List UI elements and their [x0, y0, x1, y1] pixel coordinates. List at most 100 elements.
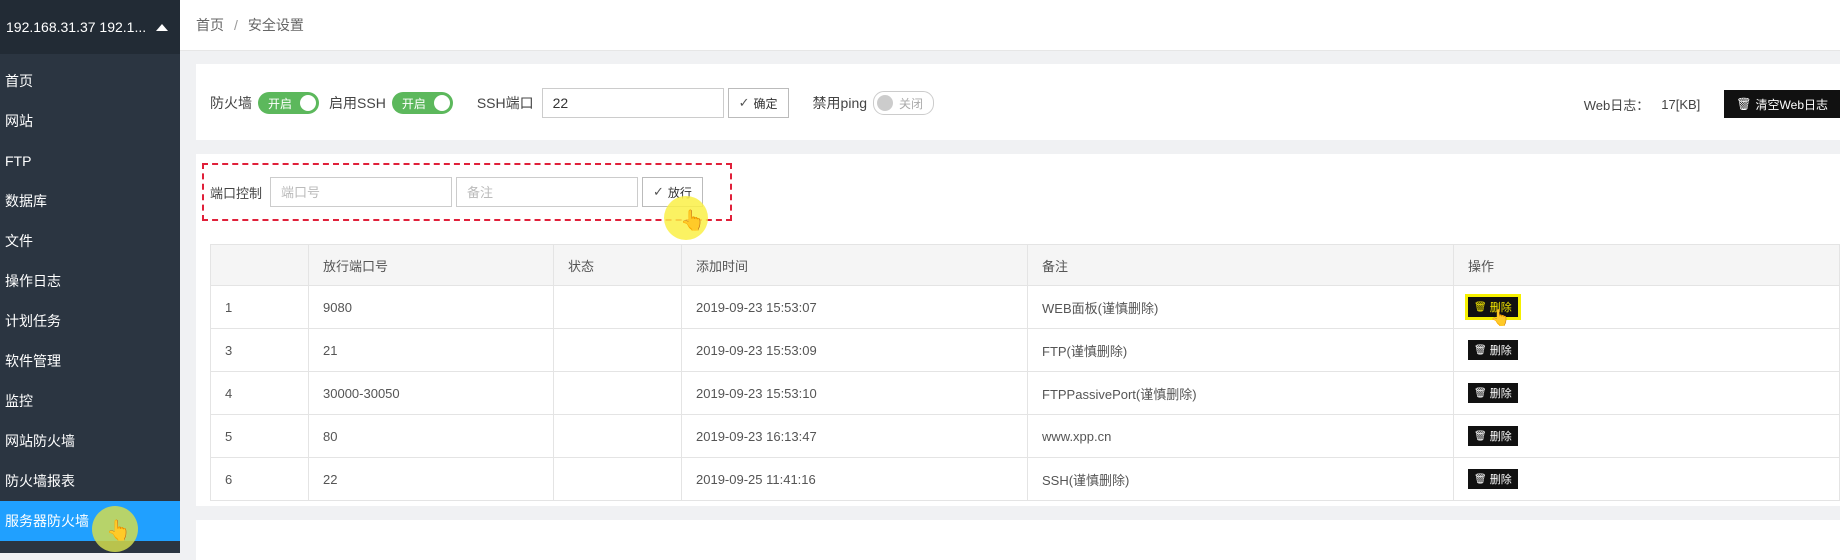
- table-header-row: 放行端口号 状态 添加时间 备注 操作: [210, 244, 1840, 286]
- column-header-time: 添加时间: [681, 244, 1028, 286]
- row-status: [553, 285, 682, 329]
- port-control-form: 端口控制 ✓ 放行: [202, 163, 732, 221]
- sidebar-item-operation-log[interactable]: 操作日志: [0, 261, 180, 301]
- port-table: 放行端口号 状态 添加时间 备注 操作 1 9080 2019-09-23 15…: [210, 244, 1840, 501]
- row-id: 3: [210, 328, 309, 372]
- column-header-action: 操作: [1453, 244, 1840, 286]
- sidebar-item-firewall-report[interactable]: 防火墙报表: [0, 461, 180, 501]
- ssh-port-input[interactable]: [541, 88, 724, 118]
- row-port: 30000-30050: [308, 371, 554, 415]
- delete-button[interactable]: 🗑 删除: [1468, 426, 1518, 446]
- sidebar-item-software[interactable]: 软件管理: [0, 341, 180, 381]
- delete-button[interactable]: 🗑 删除: [1468, 340, 1518, 360]
- ssh-port-confirm-button[interactable]: ✓ 确定: [727, 88, 789, 118]
- port-note-input[interactable]: [456, 177, 639, 207]
- breadcrumb-separator: /: [234, 17, 238, 33]
- pointer-cursor-icon: 👆: [106, 520, 131, 542]
- breadcrumb-home[interactable]: 首页: [196, 15, 224, 35]
- ping-toggle[interactable]: 关闭: [873, 91, 935, 115]
- clear-web-log-button[interactable]: 🗑 清空Web日志: [1724, 90, 1840, 118]
- row-note: FTP(谨慎删除): [1027, 328, 1454, 372]
- sidebar-item-web-firewall[interactable]: 网站防火墙: [0, 421, 180, 461]
- ssh-label: 启用SSH: [329, 95, 386, 111]
- sidebar-item-ftp[interactable]: FTP: [0, 141, 180, 181]
- sidebar-item-website[interactable]: 网站: [0, 101, 180, 141]
- security-settings-panel: 防火墙 开启 启用SSH 开启 SSH端口 ✓ 确定 禁用ping 关闭: [196, 64, 1840, 140]
- column-header-note: 备注: [1027, 244, 1454, 286]
- delete-button[interactable]: 🗑 删除: [1468, 469, 1518, 489]
- allow-label: 放行: [667, 185, 692, 200]
- sidebar-item-home[interactable]: 首页: [0, 61, 180, 101]
- toggle-knob: [433, 95, 450, 111]
- column-header-port: 放行端口号: [308, 244, 554, 286]
- ssh-toggle-text: 开启: [401, 96, 426, 111]
- row-note: www.xpp.cn: [1027, 414, 1454, 458]
- row-time: 2019-09-23 15:53:07: [681, 285, 1028, 329]
- row-id: 1: [210, 285, 309, 329]
- server-selector[interactable]: 192.168.31.37 192.1...: [0, 0, 180, 54]
- row-note: WEB面板(谨慎删除): [1027, 285, 1454, 329]
- ssh-toggle[interactable]: 开启: [391, 92, 453, 114]
- trash-icon: 🗑: [1474, 473, 1487, 485]
- trash-icon: 🗑: [1474, 430, 1487, 442]
- toggle-knob: [877, 95, 894, 111]
- sidebar-item-monitor[interactable]: 监控: [0, 381, 180, 421]
- confirm-label: 确定: [753, 96, 778, 111]
- delete-label: 删除: [1489, 345, 1512, 357]
- sidebar: 192.168.31.37 192.1... 首页 网站 FTP 数据库 文件 …: [0, 0, 180, 553]
- row-port: 9080: [308, 285, 554, 329]
- pointer-cursor-icon: 👆: [1490, 310, 1510, 327]
- row-actions: 🗑 删除: [1453, 328, 1840, 372]
- row-status: [553, 371, 682, 415]
- port-number-input[interactable]: [270, 177, 453, 207]
- delete-button[interactable]: 🗑 删除: [1468, 383, 1518, 403]
- web-log-size: 17[KB]: [1661, 96, 1701, 112]
- firewall-toggle-text: 开启: [268, 96, 293, 111]
- row-actions: 🗑 删除: [1453, 414, 1840, 458]
- ssh-port-label: SSH端口: [476, 95, 534, 111]
- allow-port-button[interactable]: ✓ 放行: [642, 177, 703, 207]
- trash-icon: 🗑: [1474, 344, 1487, 356]
- row-actions: 🗑 删除: [1453, 371, 1840, 415]
- trash-icon: 🗑: [1474, 301, 1487, 313]
- firewall-toggle[interactable]: 开启: [258, 92, 320, 114]
- row-id: 5: [210, 414, 309, 458]
- row-note: FTPPassivePort(谨慎删除): [1027, 371, 1454, 415]
- table-row: 6 22 2019-09-25 11:41:16 SSH(谨慎删除) 🗑 删除: [210, 457, 1840, 501]
- row-id: 4: [210, 371, 309, 415]
- sidebar-menu: 首页 网站 FTP 数据库 文件 操作日志 计划任务 软件管理 监控 网站防火墙…: [0, 61, 180, 541]
- row-actions: 🗑 删除 👆: [1453, 285, 1840, 329]
- port-control-label: 端口控制: [210, 185, 263, 201]
- row-note: SSH(谨慎删除): [1027, 457, 1454, 501]
- main-content: 首页 / 安全设置 防火墙 开启 启用SSH 开启 SSH端口 ✓ 确定 禁用p…: [180, 0, 1840, 560]
- table-row: 5 80 2019-09-23 16:13:47 www.xpp.cn 🗑 删除: [210, 414, 1840, 458]
- breadcrumb-current: 安全设置: [247, 17, 304, 33]
- port-control-panel: 端口控制 ✓ 放行 👆 放行端口号 状态 添加时间 备注 操作: [196, 154, 1840, 506]
- sidebar-item-files[interactable]: 文件: [0, 221, 180, 261]
- caret-up-icon: [156, 23, 169, 31]
- trash-icon: 🗑: [1736, 97, 1752, 111]
- check-icon: ✓: [653, 184, 664, 199]
- row-port: 80: [308, 414, 554, 458]
- table-row: 1 9080 2019-09-23 15:53:07 WEB面板(谨慎删除) 🗑…: [210, 285, 1840, 329]
- sidebar-item-database[interactable]: 数据库: [0, 181, 180, 221]
- web-log-area: Web日志： 17[KB] 🗑 清空Web日志: [1584, 90, 1840, 118]
- row-id: 6: [210, 457, 309, 501]
- row-port: 21: [308, 328, 554, 372]
- port-table-wrapper: 放行端口号 状态 添加时间 备注 操作 1 9080 2019-09-23 15…: [210, 244, 1840, 501]
- column-header-id: [210, 244, 309, 286]
- pointer-cursor-icon: 👆: [680, 210, 705, 232]
- row-time: 2019-09-23 16:13:47: [681, 414, 1028, 458]
- row-actions: 🗑 删除: [1453, 457, 1840, 501]
- row-status: [553, 457, 682, 501]
- sidebar-item-cron[interactable]: 计划任务: [0, 301, 180, 341]
- table-row: 4 30000-30050 2019-09-23 15:53:10 FTPPas…: [210, 371, 1840, 415]
- ping-label: 禁用ping: [812, 95, 868, 111]
- column-header-status: 状态: [553, 244, 682, 286]
- sidebar-item-server-firewall[interactable]: 服务器防火墙: [0, 501, 180, 541]
- firewall-label: 防火墙: [210, 95, 252, 111]
- clear-web-log-label: 清空Web日志: [1755, 97, 1828, 112]
- server-address: 192.168.31.37 192.1...: [6, 19, 147, 35]
- row-port: 22: [308, 457, 554, 501]
- breadcrumb: 首页 / 安全设置: [180, 0, 1840, 51]
